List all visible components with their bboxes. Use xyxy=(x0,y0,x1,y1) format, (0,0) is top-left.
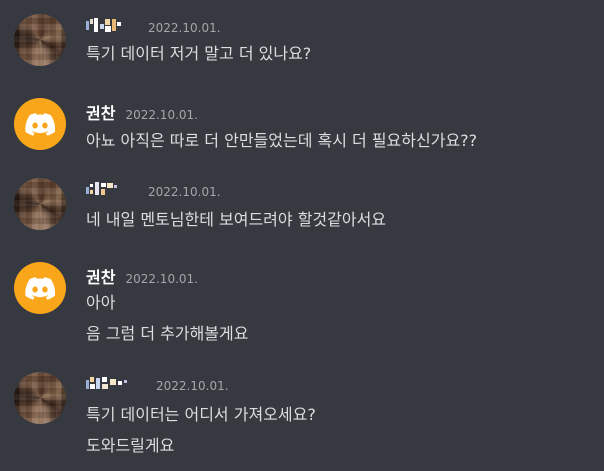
message-text: 특기 데이터 저거 말고 더 있나요? xyxy=(86,44,312,63)
message-header: 권찬 2022.10.01. xyxy=(86,264,198,288)
message-text: 특기 데이터는 어디서 가져오세요? xyxy=(86,405,316,424)
timestamp: 2022.10.01. xyxy=(125,272,198,286)
avatar[interactable] xyxy=(14,14,66,66)
message-text: 음 그럼 더 추가해볼게요 xyxy=(86,324,249,343)
censored-username[interactable] xyxy=(86,375,146,389)
timestamp: 2022.10.01. xyxy=(148,21,221,35)
avatar[interactable] xyxy=(14,372,66,424)
censored-username[interactable] xyxy=(86,17,138,32)
avatar[interactable] xyxy=(14,262,66,314)
avatar[interactable] xyxy=(14,98,66,150)
message-text: 네 내일 멘토님한테 보여드려야 할것같아서요 xyxy=(86,210,387,229)
timestamp: 2022.10.01. xyxy=(125,108,198,122)
discord-logo-icon xyxy=(25,112,55,136)
message-header: 2022.10.01. xyxy=(86,180,221,199)
username[interactable]: 권찬 xyxy=(86,264,115,288)
message-header: 2022.10.01. xyxy=(86,374,229,393)
chat-log: 2022.10.01. 특기 데이터 저거 말고 더 있나요? 권찬 2022.… xyxy=(0,0,604,471)
discord-logo-icon xyxy=(25,276,55,300)
message-text: 도와드릴게요 xyxy=(86,436,175,455)
message-text: 아뇨 아직은 따로 더 안만들었는데 혹시 더 필요하신가요?? xyxy=(86,131,478,150)
message-text: 아아 xyxy=(86,293,116,312)
timestamp: 2022.10.01. xyxy=(148,185,221,199)
avatar[interactable] xyxy=(14,178,66,230)
username[interactable]: 권찬 xyxy=(86,100,115,124)
timestamp: 2022.10.01. xyxy=(156,379,229,393)
message-header: 권찬 2022.10.01. xyxy=(86,100,198,124)
message-header: 2022.10.01. xyxy=(86,16,221,35)
censored-username[interactable] xyxy=(86,181,138,195)
